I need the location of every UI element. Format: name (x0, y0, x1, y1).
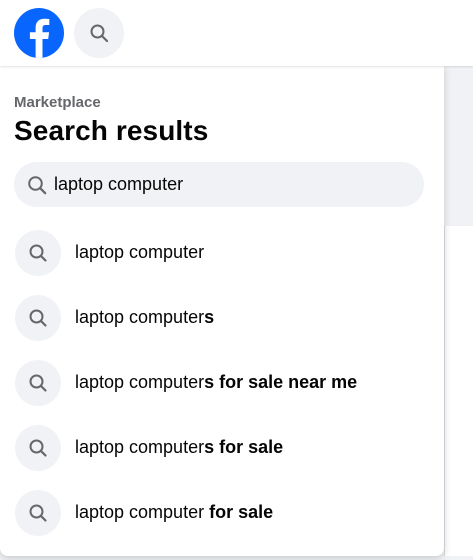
search-icon (90, 24, 109, 43)
search-button[interactable] (74, 8, 124, 58)
search-icon (15, 230, 61, 276)
suggestion-item[interactable]: laptop computer for sale (0, 483, 444, 548)
search-icon (15, 360, 61, 406)
breadcrumb: Marketplace (14, 94, 101, 111)
suggestion-item[interactable]: laptop computer (0, 223, 444, 288)
background-card (444, 226, 473, 556)
top-navigation-bar (0, 0, 473, 66)
suggestion-list: laptop computer laptop computers laptop … (0, 223, 444, 548)
page-title: Search results (14, 115, 209, 146)
search-field[interactable] (14, 162, 424, 207)
search-dropdown-panel: Marketplace Search results laptop comput… (0, 66, 444, 556)
suggestion-label: laptop computers for sale near me (75, 372, 358, 392)
search-input[interactable] (54, 162, 414, 207)
search-icon (15, 425, 61, 471)
suggestion-label: laptop computers for sale (75, 437, 284, 457)
facebook-logo-icon[interactable] (14, 8, 64, 58)
search-icon (15, 490, 61, 536)
search-icon (28, 176, 47, 195)
suggestion-label: laptop computer for sale (75, 502, 274, 522)
suggestion-item[interactable]: laptop computers for sale near me (0, 353, 444, 418)
suggestion-label: laptop computer (75, 242, 205, 262)
suggestion-item[interactable]: laptop computers (0, 288, 444, 353)
search-icon (15, 295, 61, 341)
suggestion-item[interactable]: laptop computers for sale (0, 418, 444, 483)
suggestion-label: laptop computers (75, 307, 215, 327)
